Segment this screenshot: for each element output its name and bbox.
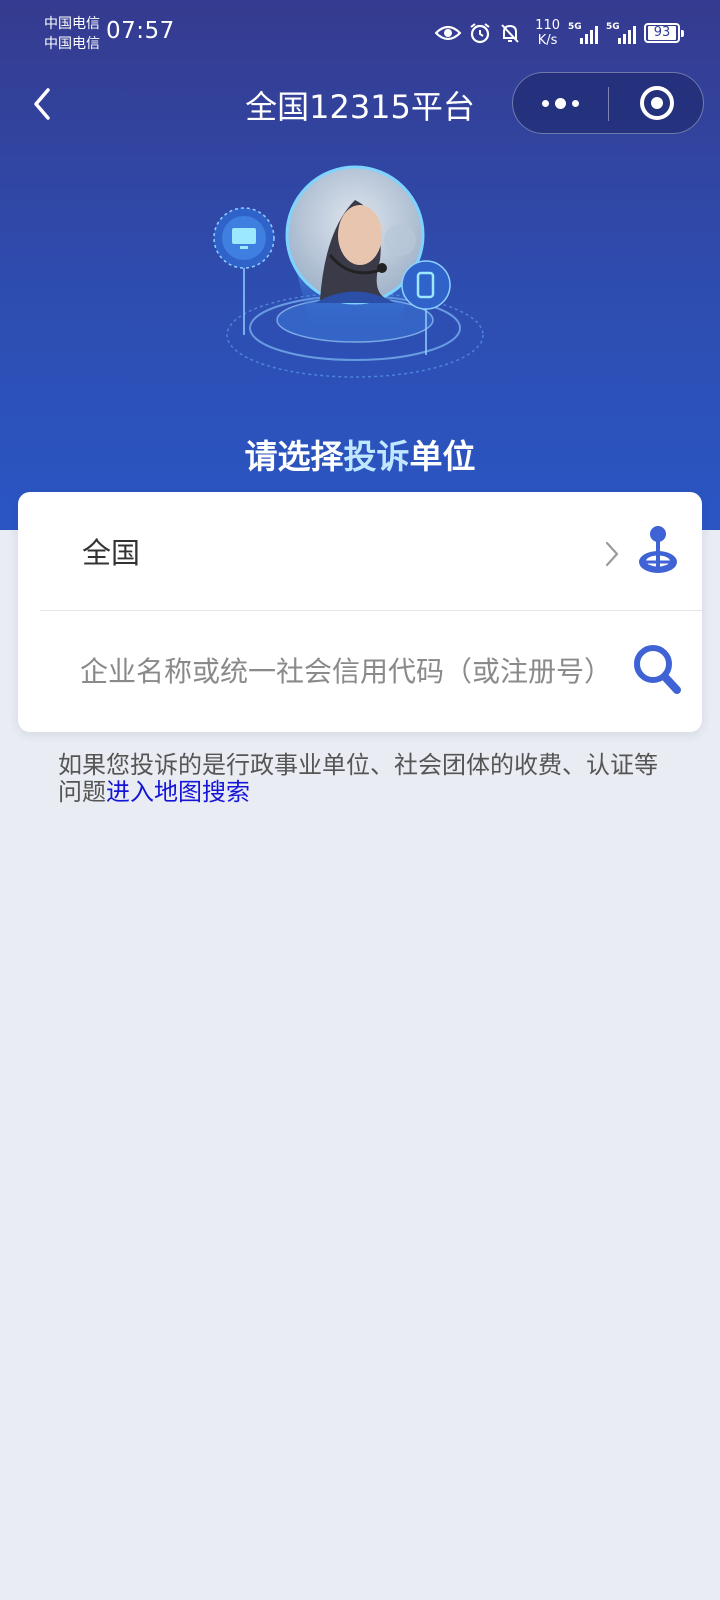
carrier-2: 中国电信 <box>44 36 100 52</box>
chevron-right-icon <box>605 541 619 567</box>
title-part1: 请选择 <box>244 437 344 476</box>
search-icon[interactable] <box>632 643 682 695</box>
map-search-hint: 如果您投诉的是行政事业单位、社会团体的收费、认证等问题进入地图搜索 <box>58 752 668 806</box>
more-dot-icon <box>555 97 566 109</box>
mute-bell-icon <box>501 24 519 43</box>
location-pin-icon[interactable] <box>636 524 680 576</box>
complaint-target-card: 全国 <box>18 492 702 732</box>
section-title: 请选择投诉单位 <box>0 430 720 478</box>
signal-1-tag: 5G <box>568 22 582 32</box>
header-banner: 中国电信 中国电信 07:57 110 K/s 5G 5G 93 全国12315… <box>0 0 720 530</box>
customer-service-illustration <box>213 165 484 378</box>
speed-value: 110 <box>535 18 560 33</box>
battery-icon: 93 <box>644 23 684 43</box>
battery-level: 93 <box>648 26 676 40</box>
title-highlight: 投诉 <box>343 437 410 476</box>
title-part2: 单位 <box>409 437 476 476</box>
alarm-icon <box>470 23 490 44</box>
carrier-labels: 中国电信 中国电信 <box>44 14 100 54</box>
speed-unit: K/s <box>537 33 558 48</box>
signal-2-icon: 5G <box>606 22 636 44</box>
more-dot-icon <box>572 99 579 107</box>
signal-2-tag: 5G <box>606 22 620 32</box>
map-search-link[interactable]: 进入地图搜索 <box>106 778 250 806</box>
carrier-1: 中国电信 <box>44 16 100 32</box>
eye-icon <box>435 25 462 41</box>
region-value: 全国 <box>82 536 141 570</box>
signal-1-icon: 5G <box>568 22 598 44</box>
network-speed: 110 K/s <box>535 18 560 48</box>
clock: 07:57 <box>106 18 175 44</box>
miniprogram-capsule <box>512 72 704 134</box>
status-bar: 中国电信 中国电信 07:57 110 K/s 5G 5G 93 <box>0 0 720 60</box>
target-close-icon <box>639 86 674 120</box>
status-icons: 110 K/s 5G 5G 93 <box>435 18 684 48</box>
company-search-input[interactable] <box>80 639 660 703</box>
more-button[interactable] <box>513 73 608 133</box>
region-selector[interactable]: 全国 <box>40 492 702 611</box>
close-miniprogram-button[interactable] <box>609 73 704 133</box>
more-dot-icon <box>542 99 549 107</box>
company-search-row <box>40 611 702 730</box>
